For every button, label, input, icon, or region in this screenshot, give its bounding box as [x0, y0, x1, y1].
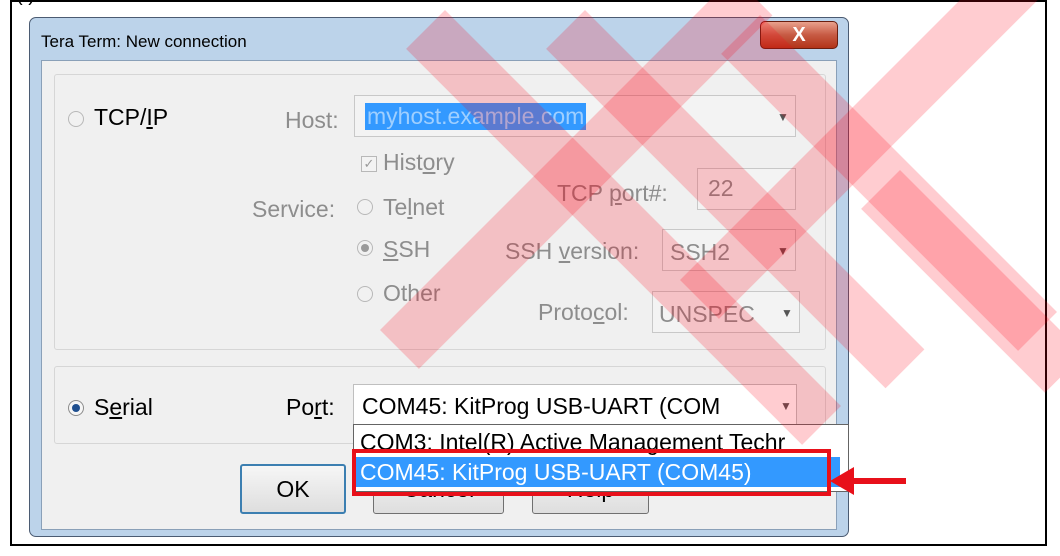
serial-label: Serial [94, 394, 153, 420]
tcp-port-label: TCP port#: [557, 180, 668, 206]
tcpip-radio[interactable] [68, 111, 84, 127]
close-icon: X [792, 24, 806, 46]
ssh-version-select[interactable]: SSH2 ▼ [662, 229, 796, 271]
chevron-down-icon: ▼ [777, 110, 789, 124]
protocol-select[interactable]: UNSPEC ▼ [652, 291, 800, 333]
ssh-label: SSH [383, 236, 431, 262]
other-label: Other [383, 280, 441, 306]
tcpip-label: TCP/IP [94, 104, 169, 130]
chevron-down-icon: ▼ [781, 306, 793, 320]
serial-radio[interactable] [68, 400, 84, 416]
port-label: Port: [286, 394, 335, 420]
tcp-port-input[interactable]: 22 [697, 168, 796, 210]
highlight-box [352, 449, 831, 496]
chevron-down-icon: ▼ [777, 244, 789, 258]
telnet-radio[interactable] [357, 199, 373, 215]
ssh-version-label: SSH version: [505, 238, 640, 264]
caption-fragment: ( ) [16, 0, 35, 7]
ok-button[interactable]: OK [240, 464, 346, 514]
port-select[interactable]: COM45: KitProg USB-UART (COM ▼ [353, 384, 797, 426]
history-label: History [383, 149, 455, 175]
window-title: Tera Term: New connection [41, 32, 247, 51]
host-input[interactable]: myhost.example.com [365, 103, 587, 130]
service-label: Service: [252, 196, 336, 222]
arrow-annotation [830, 467, 906, 495]
chevron-down-icon: ▼ [778, 399, 792, 413]
protocol-label: Protocol: [538, 299, 629, 325]
close-button[interactable]: X [760, 21, 838, 49]
host-combobox[interactable]: myhost.example.com ▼ [354, 95, 796, 137]
host-label: Host: [285, 107, 339, 133]
telnet-label: Telnet [383, 194, 445, 220]
history-checkbox[interactable]: ✓ [361, 156, 377, 172]
ssh-radio[interactable] [357, 240, 373, 256]
other-radio[interactable] [357, 286, 373, 302]
